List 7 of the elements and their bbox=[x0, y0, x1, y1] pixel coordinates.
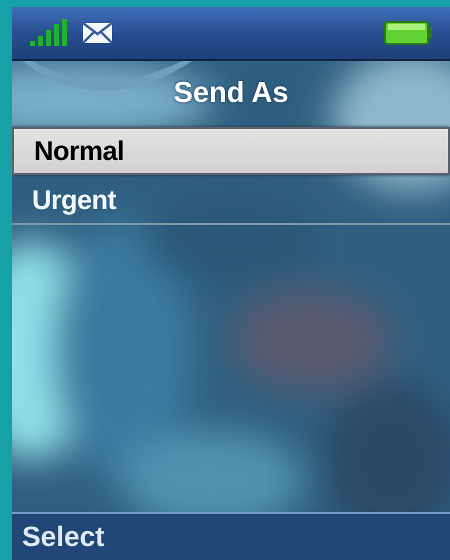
screen-title: Send As bbox=[174, 76, 288, 110]
mail-icon bbox=[82, 22, 113, 44]
signal-icon bbox=[30, 19, 68, 47]
menu-item[interactable]: Urgent bbox=[12, 177, 450, 225]
menu-item[interactable]: Normal bbox=[12, 127, 450, 175]
battery-icon bbox=[384, 21, 432, 45]
select-softkey[interactable]: Select bbox=[22, 521, 104, 553]
